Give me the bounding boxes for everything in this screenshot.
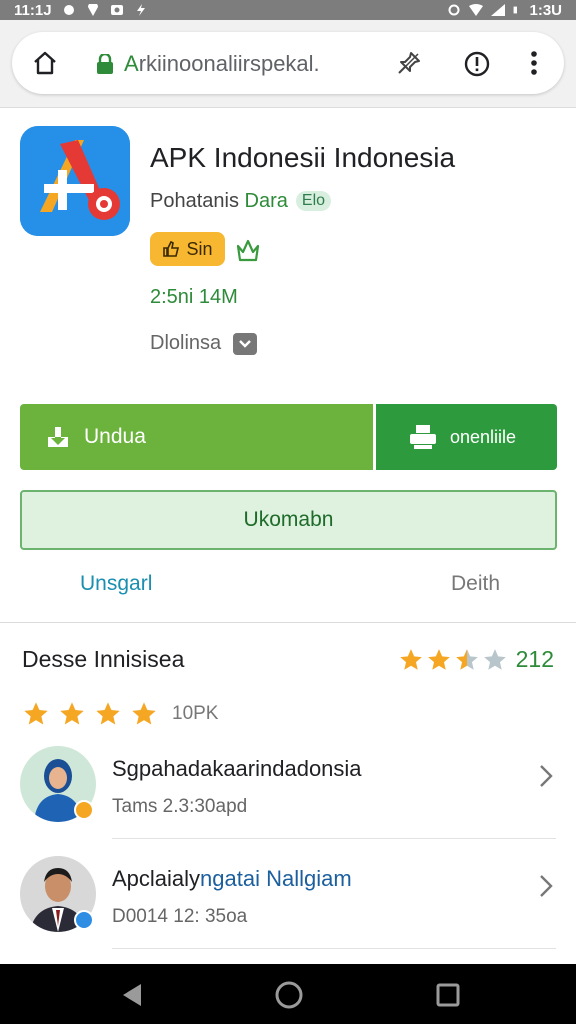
signal-icon xyxy=(491,4,506,16)
download-button[interactable]: Undua xyxy=(20,404,373,470)
reviews-count: 212 xyxy=(515,646,554,672)
star-empty-icon xyxy=(483,648,506,670)
home-nav-icon[interactable] xyxy=(274,980,304,1010)
outline-button[interactable]: Ukomabn xyxy=(20,490,557,550)
list-item[interactable]: Apclaialyngatai Nallgiam D0014 12: 35oa xyxy=(0,856,576,952)
flash-icon xyxy=(136,4,145,16)
browser-toolbar: Arkiinoonaliirspekal. xyxy=(0,20,576,108)
more-icon[interactable] xyxy=(524,48,544,78)
list-item[interactable]: Sgpahadakaarindadonsia Tams 2.3:30apd xyxy=(0,746,576,842)
developer-name: Dara xyxy=(244,190,288,212)
app-logo-icon xyxy=(20,126,130,236)
star-icon xyxy=(132,702,156,725)
reviewer-name-highlight: ngatai Nallgiam xyxy=(200,866,352,891)
sync-icon xyxy=(448,4,460,16)
developer-prefix: Pohatanis xyxy=(150,190,239,212)
tab-left[interactable]: Unsgarl xyxy=(80,572,152,596)
status-bar: 11:1J 1:3U xyxy=(0,0,576,20)
rating-pill-label: Sin xyxy=(186,238,213,259)
status-time: 11:1J xyxy=(14,1,52,19)
print-icon xyxy=(410,425,436,449)
star-icon xyxy=(96,702,120,725)
review-time: Tams 2.3:30apd xyxy=(112,796,248,817)
lock-icon xyxy=(97,54,113,74)
download-button-label: Undua xyxy=(84,425,146,448)
pin-icon[interactable] xyxy=(396,50,422,76)
star-icon xyxy=(399,648,422,670)
content-rating: Dlolinsa xyxy=(150,332,258,355)
chevron-right-icon[interactable] xyxy=(536,872,556,900)
star-half-icon xyxy=(455,648,478,670)
review-time: D0014 12: 35oa xyxy=(112,906,248,927)
download-icon xyxy=(48,427,68,447)
system-nav-bar xyxy=(0,964,576,1024)
reviews-title: Desse Innisisea xyxy=(22,646,185,672)
reviews-score: 212 xyxy=(398,646,554,673)
developer[interactable]: Pohatanis Dara Elo xyxy=(150,190,332,213)
tab-row: Unsgarl Deith xyxy=(0,566,576,606)
info-icon[interactable] xyxy=(463,50,491,78)
app-name: APK Indonesii Indonesia xyxy=(150,142,456,173)
editors-choice-icon xyxy=(236,239,260,262)
verified-badge-icon xyxy=(74,800,94,820)
app-size: 2:5ni 14M xyxy=(150,286,238,308)
outline-button-label: Ukomabn xyxy=(243,508,334,531)
secondary-button-label: onenliile xyxy=(450,426,517,447)
reviewer-name-text: Apclaialy xyxy=(112,866,201,891)
developer-badge: Elo xyxy=(295,191,332,211)
notification-icon xyxy=(63,5,74,15)
rating-pill: Sin xyxy=(150,232,225,266)
wifi-icon xyxy=(469,4,484,16)
reviewer-name: Sgpahadakaarindadonsia xyxy=(112,756,362,782)
reviewer-name: Apclaialyngatai Nallgiam xyxy=(112,866,352,892)
review-filter-count: 10PK xyxy=(172,703,219,724)
star-icon xyxy=(427,648,450,670)
url-highlight: A xyxy=(124,51,139,76)
divider xyxy=(112,948,556,949)
star-icon xyxy=(24,702,48,725)
home-icon[interactable] xyxy=(32,50,58,76)
app-icon xyxy=(20,126,130,236)
address-bar[interactable]: Arkiinoonaliirspekal. xyxy=(12,32,564,94)
chevron-right-icon[interactable] xyxy=(536,762,556,790)
secondary-button[interactable]: onenliile xyxy=(376,404,557,470)
recent-apps-icon[interactable] xyxy=(436,983,460,1007)
thumb-up-icon xyxy=(163,240,180,257)
tab-right[interactable]: Deith xyxy=(451,572,500,596)
content-rating-label: Dlolinsa xyxy=(150,332,222,354)
divider xyxy=(112,838,556,839)
divider xyxy=(0,622,576,623)
battery-icon xyxy=(514,6,518,14)
back-icon[interactable] xyxy=(120,982,144,1008)
url-text[interactable]: Arkiinoonaliirspekal. xyxy=(124,51,320,77)
camera-icon xyxy=(110,5,123,15)
chevron-down-icon[interactable] xyxy=(233,332,258,355)
review-filter[interactable]: 10PK xyxy=(22,700,218,728)
location-icon xyxy=(87,4,98,16)
reviewer-name-text: Sgpahadakaarindadonsia xyxy=(112,756,362,781)
battery-level: 1:3U xyxy=(529,1,562,19)
star-icon xyxy=(60,702,84,725)
url-rest: rkiinoonaliirspekal. xyxy=(138,51,320,76)
verified-badge-icon xyxy=(74,910,94,930)
